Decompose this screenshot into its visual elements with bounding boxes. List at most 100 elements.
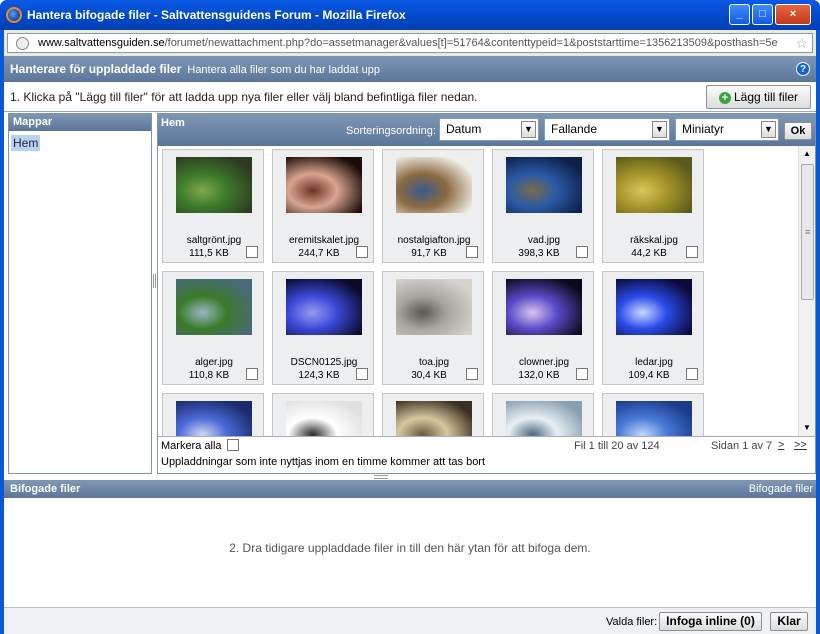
file-checkbox[interactable] — [576, 246, 588, 258]
file-thumbnail[interactable] — [506, 401, 582, 436]
file-card[interactable]: saltgrönt.jpg 111,5 KB — [162, 149, 264, 263]
file-grid-scrollbar[interactable]: ▲ ≡ ▼ — [798, 146, 815, 436]
file-thumbnail[interactable] — [286, 279, 362, 335]
file-name: clowner.jpg — [518, 357, 570, 368]
done-button[interactable]: Klar — [770, 612, 808, 631]
minimize-button[interactable]: _ — [729, 4, 750, 25]
file-thumbnail[interactable] — [396, 401, 472, 436]
file-card[interactable]: nostalgiafton.jpg 91,7 KB — [382, 149, 484, 263]
order-select[interactable]: Fallande ▼ — [544, 118, 670, 141]
vertical-splitter[interactable] — [153, 274, 156, 288]
folder-item-home[interactable]: Hem — [11, 135, 41, 151]
sort-by-select[interactable]: Datum ▼ — [439, 118, 539, 141]
file-grid: saltgrönt.jpg 111,5 KB eremitskalet.jpg 244… — [158, 146, 798, 436]
file-thumbnail[interactable] — [286, 157, 362, 213]
file-checkbox[interactable] — [466, 246, 478, 258]
close-window-button[interactable]: × — [775, 4, 811, 25]
horizontal-splitter[interactable] — [374, 475, 388, 479]
file-size: 398,3 KB — [518, 248, 560, 259]
file-size: 91,7 KB — [411, 248, 447, 259]
add-files-button[interactable]: + Lägg till filer — [706, 85, 811, 109]
chevron-down-icon: ▼ — [521, 121, 536, 138]
file-thumbnail[interactable] — [506, 279, 582, 335]
drop-area[interactable]: 2. Dra tidigare uppladdade filer in till… — [4, 498, 816, 607]
select-all-label: Markera alla — [161, 440, 222, 452]
file-checkbox[interactable] — [356, 246, 368, 258]
ok-button[interactable]: Ok — [784, 122, 812, 140]
attached-footer: Valda filer: Infoga inline (0) Klar — [4, 607, 816, 634]
attached-header: Bifogade filer Bifogade filer — [4, 481, 816, 498]
file-checkbox[interactable] — [466, 368, 478, 380]
file-checkbox[interactable] — [686, 368, 698, 380]
globe-icon — [16, 37, 29, 50]
file-size: 124,3 KB — [298, 370, 340, 381]
maximize-button[interactable]: □ — [752, 4, 773, 25]
file-thumbnail[interactable] — [616, 401, 692, 436]
file-thumbnail[interactable] — [286, 401, 362, 436]
file-thumbnail[interactable] — [616, 279, 692, 335]
file-size: 30,4 KB — [411, 370, 447, 381]
select-all-checkbox[interactable] — [227, 439, 239, 451]
file-checkbox[interactable] — [356, 368, 368, 380]
sort-by-value: Datum — [446, 122, 482, 136]
firefox-icon — [6, 7, 22, 23]
url-field[interactable]: www.saltvattensguiden.se/forumet/newatta… — [7, 33, 813, 53]
file-thumbnail[interactable] — [176, 401, 252, 436]
file-card[interactable]: DSCN0125.jpg 124,3 KB — [272, 271, 374, 385]
chevron-down-icon: ▼ — [761, 121, 776, 138]
file-name: saltgrönt.jpg — [186, 235, 242, 246]
file-card[interactable]: ledar.jpg 109,4 KB — [602, 271, 704, 385]
file-card[interactable] — [602, 393, 704, 436]
attached-title-right: Bifogade filer — [748, 483, 813, 495]
asset-manager: Hanterare för uppladdade filer Hantera al… — [4, 56, 816, 634]
file-card[interactable] — [492, 393, 594, 436]
window-title: Hantera bifogade filer - Saltvattensguid… — [27, 8, 406, 22]
file-card[interactable] — [162, 393, 264, 436]
instruction-text: 1. Klicka på "Lägg till filer" för att l… — [4, 82, 816, 112]
file-size: 132,0 KB — [518, 370, 560, 381]
file-name: nostalgiafton.jpg — [397, 235, 471, 246]
insert-inline-button[interactable]: Infoga inline (0) — [659, 612, 762, 631]
file-name: vad.jpg — [527, 235, 561, 246]
file-checkbox[interactable] — [686, 246, 698, 258]
view-select[interactable]: Miniatyr ▼ — [675, 118, 779, 141]
file-size: 110,8 KB — [188, 370, 230, 381]
file-thumbnail[interactable] — [506, 157, 582, 213]
file-thumbnail[interactable] — [396, 279, 472, 335]
file-checkbox[interactable] — [246, 246, 258, 258]
file-card[interactable]: eremitskalet.jpg 244,7 KB — [272, 149, 374, 263]
file-checkbox[interactable] — [576, 368, 588, 380]
last-page-link[interactable]: >> — [794, 439, 807, 451]
files-panel: Hem Sorteringsordning: Datum ▼ Fallande ▼ … — [157, 113, 816, 474]
page-indicator: Sidan 1 av 7 — [711, 440, 773, 452]
next-page-link[interactable]: > — [778, 439, 784, 451]
file-card[interactable]: alger.jpg 110,8 KB — [162, 271, 264, 385]
file-thumbnail[interactable] — [396, 157, 472, 213]
file-card[interactable]: clowner.jpg 132,0 KB — [492, 271, 594, 385]
attached-title: Bifogade filer — [10, 483, 81, 495]
folders-panel: Mappar Hem — [8, 113, 152, 474]
scroll-up-icon[interactable]: ▲ — [799, 146, 815, 162]
file-thumbnail[interactable] — [176, 279, 252, 335]
scroll-down-icon[interactable]: ▼ — [799, 420, 815, 436]
file-size: 244,7 KB — [298, 248, 340, 259]
view-value: Miniatyr — [682, 122, 725, 136]
file-name: eremitskalet.jpg — [288, 235, 360, 246]
file-checkbox[interactable] — [246, 368, 258, 380]
title-bar: Hantera bifogade filer - Saltvattensguid… — [0, 0, 820, 30]
file-thumbnail[interactable] — [176, 157, 252, 213]
url-path: /forumet/newattachment.php?do=assetmanag… — [164, 37, 778, 49]
file-thumbnail[interactable] — [616, 157, 692, 213]
scroll-thumb[interactable]: ≡ — [801, 164, 814, 300]
bookmark-star-icon[interactable]: ☆ — [792, 34, 808, 52]
file-card[interactable]: räkskal.jpg 44,2 KB — [602, 149, 704, 263]
file-card[interactable]: vad.jpg 398,3 KB — [492, 149, 594, 263]
file-card[interactable] — [272, 393, 374, 436]
manager-header: Hanterare för uppladdade filer Hantera al… — [4, 56, 816, 82]
help-icon[interactable]: ? — [796, 62, 810, 76]
order-value: Fallande — [551, 122, 598, 136]
file-card[interactable] — [382, 393, 484, 436]
file-card[interactable]: toa.jpg 30,4 KB — [382, 271, 484, 385]
file-size: 44,2 KB — [631, 248, 667, 259]
address-bar: www.saltvattensguiden.se/forumet/newatta… — [4, 30, 816, 56]
